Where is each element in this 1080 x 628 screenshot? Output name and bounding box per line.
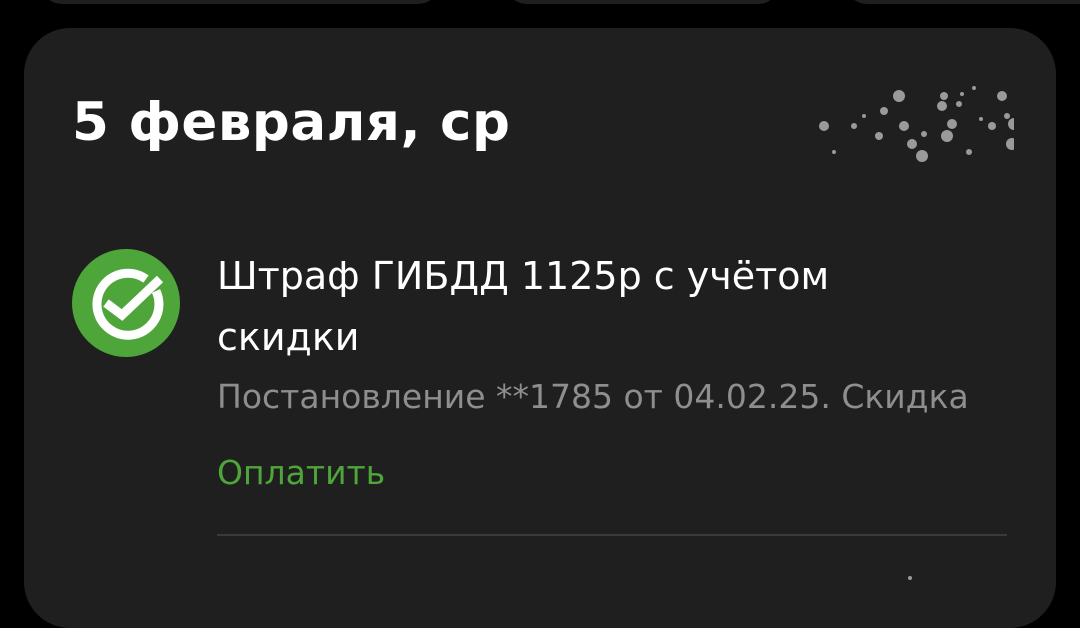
top-card-tab-right[interactable] [845, 0, 1080, 4]
day-operations-card: 5 февраля, ср Штраф ГИБДД 1125р с учётом… [24, 28, 1056, 628]
pay-button[interactable]: Оплатить [217, 450, 385, 496]
sberbank-check-logo-icon [72, 249, 180, 357]
sparkle-dots-icon [819, 86, 1014, 162]
top-card-tab-middle[interactable] [505, 0, 780, 4]
top-card-tab-left[interactable] [40, 0, 440, 4]
date-heading: 5 февраля, ср [72, 92, 511, 153]
divider [217, 534, 1007, 536]
sparkle-dots-icon [908, 576, 912, 580]
operation-title[interactable]: Штраф ГИБДД 1125р с учётом скидки [217, 246, 977, 368]
operation-description: Постановление **1785 от 04.02.25. Скидка [217, 377, 969, 416]
